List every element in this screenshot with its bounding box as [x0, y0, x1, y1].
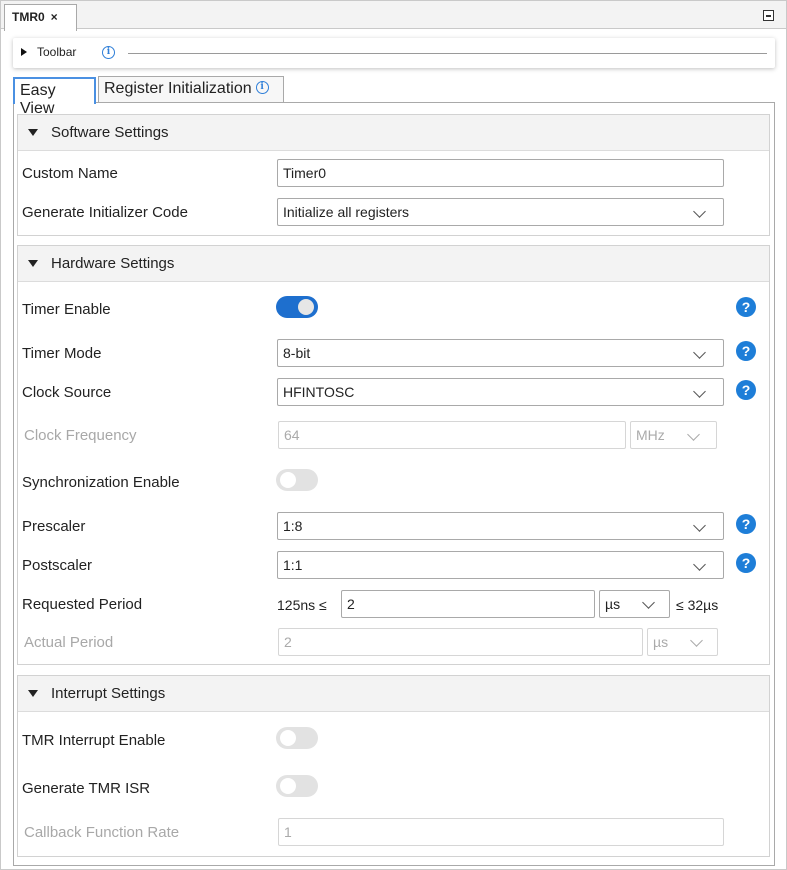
callback-rate-label: Callback Function Rate — [24, 824, 180, 841]
editor-tabstrip: TMR0 × — [0, 0, 787, 31]
tmr-interrupt-enable-toggle[interactable] — [276, 727, 318, 749]
prescaler-label: Prescaler — [22, 518, 86, 535]
requested-period-unit-select[interactable]: µs — [599, 590, 670, 618]
chevron-down-icon — [693, 205, 706, 218]
interrupt-settings-header[interactable]: Interrupt Settings — [18, 676, 769, 712]
chevron-down-icon — [693, 558, 706, 571]
chevron-down-icon — [687, 428, 700, 441]
help-icon[interactable]: ? — [736, 341, 756, 361]
section-title: Hardware Settings — [51, 255, 175, 272]
requested-period-max: ≤ 32µs — [676, 597, 719, 613]
timer-enable-label: Timer Enable — [22, 301, 111, 318]
tab-register-initialization[interactable]: Register Initialization i — [98, 76, 284, 102]
generate-init-label: Generate Initializer Code — [22, 204, 188, 221]
close-icon[interactable]: × — [51, 10, 58, 24]
clock-frequency-unit: MHz — [636, 427, 665, 443]
info-icon[interactable]: i — [102, 46, 115, 59]
clock-source-select[interactable]: HFINTOSC — [277, 378, 724, 406]
toggle-knob — [280, 730, 296, 746]
tab-easy-view-label: Easy View — [20, 82, 56, 117]
help-icon[interactable]: ? — [736, 553, 756, 573]
clock-source-value: HFINTOSC — [283, 384, 355, 400]
collapse-triangle-icon — [28, 129, 38, 136]
toolbar-label: Toolbar — [37, 45, 77, 59]
clock-source-label: Clock Source — [22, 384, 112, 401]
postscaler-select[interactable]: 1:1 — [277, 551, 724, 579]
timer-mode-label: Timer Mode — [22, 345, 102, 362]
postscaler-value: 1:1 — [283, 557, 303, 573]
actual-period-label: Actual Period — [24, 634, 114, 651]
chevron-down-icon — [693, 385, 706, 398]
help-icon[interactable]: ? — [736, 297, 756, 317]
tab-register-initialization-label: Register Initialization — [104, 80, 252, 97]
editor-tab-label: TMR0 — [12, 10, 45, 24]
sync-enable-toggle[interactable] — [276, 469, 318, 491]
custom-name-label: Custom Name — [22, 165, 118, 182]
toggle-knob — [280, 778, 296, 794]
toggle-knob — [280, 472, 296, 488]
prescaler-select[interactable]: 1:8 — [277, 512, 724, 540]
info-icon[interactable]: i — [255, 81, 269, 95]
toggle-knob — [298, 299, 314, 315]
chevron-down-icon — [690, 634, 703, 647]
generate-init-value: Initialize all registers — [283, 204, 410, 220]
clock-frequency-unit-select: MHz — [630, 421, 717, 449]
toolbar-divider — [128, 53, 767, 54]
timer-mode-value: 8-bit — [283, 345, 311, 361]
actual-period-unit-select: µs — [647, 628, 718, 656]
collapse-triangle-icon — [28, 260, 38, 267]
software-settings-header[interactable]: Software Settings — [18, 115, 769, 151]
chevron-down-icon — [693, 519, 706, 532]
generate-init-select[interactable]: Initialize all registers — [277, 198, 724, 226]
toolbar[interactable]: Toolbar i — [13, 38, 775, 68]
expand-triangle-icon[interactable] — [21, 48, 27, 56]
help-icon[interactable]: ? — [736, 514, 756, 534]
sync-enable-label: Synchronization Enable — [22, 474, 180, 491]
generate-isr-label: Generate TMR ISR — [22, 780, 151, 797]
actual-period-input: 2 — [278, 628, 643, 656]
collapse-triangle-icon — [28, 690, 38, 697]
clock-frequency-input: 64 — [278, 421, 626, 449]
chevron-down-icon — [693, 346, 706, 359]
custom-name-input[interactable]: Timer0 — [277, 159, 724, 187]
postscaler-label: Postscaler — [22, 557, 93, 574]
clock-frequency-label: Clock Frequency — [24, 427, 137, 444]
timer-mode-select[interactable]: 8-bit — [277, 339, 724, 367]
chevron-down-icon — [642, 596, 655, 609]
help-icon[interactable]: ? — [736, 380, 756, 400]
prescaler-value: 1:8 — [283, 518, 303, 534]
tmr-interrupt-enable-label: TMR Interrupt Enable — [22, 732, 166, 749]
requested-period-min: 125ns ≤ — [277, 597, 327, 613]
timer-enable-toggle[interactable] — [276, 296, 318, 318]
section-title: Software Settings — [51, 124, 169, 141]
actual-period-unit: µs — [653, 634, 669, 650]
tab-easy-view[interactable]: Easy View — [13, 77, 96, 117]
editor-tab-tmr0[interactable]: TMR0 × — [4, 4, 77, 31]
callback-rate-input: 1 — [278, 818, 724, 846]
requested-period-label: Requested Period — [22, 596, 143, 613]
section-title: Interrupt Settings — [51, 685, 166, 702]
minimize-icon[interactable] — [763, 10, 774, 21]
requested-period-unit: µs — [605, 596, 621, 612]
generate-isr-toggle[interactable] — [276, 775, 318, 797]
requested-period-input[interactable]: 2 — [341, 590, 595, 618]
hardware-settings-header[interactable]: Hardware Settings — [18, 246, 769, 282]
